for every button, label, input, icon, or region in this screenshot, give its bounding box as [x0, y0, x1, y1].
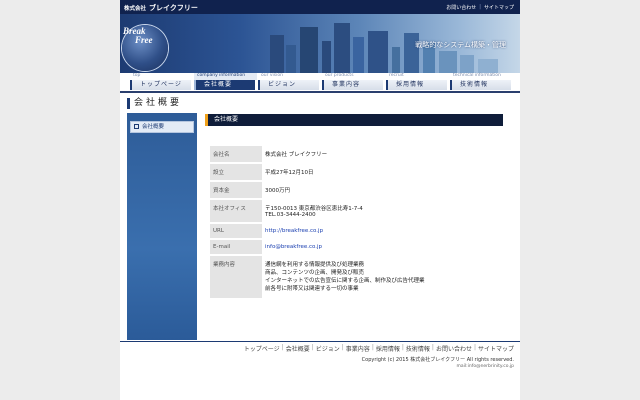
nav-en-label: company information [194, 73, 257, 80]
email-link[interactable]: info@breakfree.co.jp [265, 244, 502, 250]
nav-vision[interactable]: our vision ビジョン [258, 73, 321, 91]
row-value: 〒150-0013 東京都渋谷区恵比寿1-7-4 TEL.03-3444-240… [262, 199, 505, 224]
top-bar: 株式会社 ブレイクフリー お問い合わせ | サイトマップ [120, 0, 520, 14]
footer-link-recruit[interactable]: 採用情報 [376, 344, 400, 353]
nav-ja-label: ビジョン [258, 80, 319, 90]
main-nav: top トップページ company information 会社概要 our … [130, 73, 514, 91]
sidebar: 会社概要 [127, 113, 197, 340]
separator: | [281, 344, 284, 351]
table-row: 会社名 株式会社 ブレイクフリー [210, 146, 505, 164]
row-key: 業務内容 [210, 255, 262, 300]
footer-link-technical[interactable]: 技術情報 [406, 344, 430, 353]
nav-recruit[interactable]: recruit 採用情報 [386, 73, 449, 91]
separator: | [431, 344, 434, 351]
company-name-text: ブレイクフリー [149, 4, 198, 12]
nav-technical[interactable]: technical information 技術情報 [450, 73, 513, 91]
nav-ja-label: 採用情報 [386, 80, 447, 90]
nav-ja-label: トップページ [130, 80, 191, 90]
row-value: 株式会社 ブレイクフリー [262, 146, 505, 164]
footer-divider [120, 341, 520, 342]
value-line: 〒150-0013 東京都渋谷区恵比寿1-7-4 [265, 206, 363, 212]
row-key: 資本金 [210, 181, 262, 200]
row-value: http://breakfree.co.jp [262, 223, 505, 240]
value-line: 通信網を利用する情報提供及び処理業務 [265, 262, 365, 268]
separator: | [479, 3, 481, 10]
table-row: 設立 平成27年12月10日 [210, 163, 505, 182]
nav-en-label: our products [325, 73, 354, 78]
nav-en-label: technical information [453, 73, 501, 78]
top-links: お問い合わせ | サイトマップ [446, 4, 514, 11]
logo-line2: Free [135, 35, 153, 45]
value-line: 3000万円 [265, 188, 290, 194]
sidebar-item-label: 会社概要 [142, 124, 165, 130]
table-row: 業務内容 通信網を利用する情報提供及び処理業務 商品、コンテンツの企画、開発及び… [210, 255, 505, 300]
value-line: 平成27年12月10日 [265, 170, 314, 176]
nav-ja-label: 事業内容 [322, 80, 383, 90]
value-line: インターネットでの広告宣伝に関する企画、制作及び広告代理業 [265, 278, 425, 284]
footer-link-products[interactable]: 事業内容 [346, 344, 370, 353]
footer-mail: mail:info@nerbrinity.co.jp [456, 364, 514, 369]
table-row: 資本金 3000万円 [210, 181, 505, 200]
row-value: 3000万円 [262, 181, 505, 200]
section-heading: 会社概要 [205, 114, 503, 126]
separator: | [341, 344, 344, 351]
tagline: 戦略的なシステム構築・管理 [415, 41, 506, 49]
footer-links: トップページ | 会社概要 | ビジョン | 事業内容 | 採用情報 | 技術情報 | お問… [244, 344, 514, 353]
separator: | [473, 344, 476, 351]
separator: | [401, 344, 404, 351]
company-info-table: 会社名 株式会社 ブレイクフリー 設立 平成27年12月10日 資本金 3000… [210, 146, 505, 300]
value-line: 前各号に附帯又は関連する一切の事業 [265, 286, 359, 292]
logo-text: Break Free [123, 27, 153, 45]
nav-ja-label: 会社概要 [194, 80, 255, 90]
hero-banner: Break Free 戦略的なシステム構築・管理 [120, 14, 520, 73]
separator: | [371, 344, 374, 351]
footer-link-top[interactable]: トップページ [244, 344, 280, 353]
nav-divider [120, 91, 520, 93]
row-key: 会社名 [210, 146, 262, 164]
nav-top[interactable]: top トップページ [130, 73, 193, 91]
square-bullet-icon [134, 124, 139, 129]
url-link[interactable]: http://breakfree.co.jp [265, 228, 502, 234]
row-value: 平成27年12月10日 [262, 163, 505, 182]
footer-link-vision[interactable]: ビジョン [316, 344, 340, 353]
nav-en-label: top [133, 73, 141, 78]
nav-products[interactable]: our products 事業内容 [322, 73, 385, 91]
table-row: E-mail info@breakfree.co.jp [210, 239, 505, 256]
row-key: E-mail [210, 239, 262, 256]
company-name: 株式会社 ブレイクフリー [124, 3, 198, 13]
row-value: 通信網を利用する情報提供及び処理業務 商品、コンテンツの企画、開発及び販売 イン… [262, 255, 505, 300]
contact-link[interactable]: お問い合わせ [446, 4, 476, 11]
row-key: URL [210, 223, 262, 240]
footer-link-company[interactable]: 会社概要 [286, 344, 310, 353]
table-row: 本社オフィス 〒150-0013 東京都渋谷区恵比寿1-7-4 TEL.03-3… [210, 199, 505, 224]
table-row: URL http://breakfree.co.jp [210, 223, 505, 240]
sitemap-link[interactable]: サイトマップ [484, 4, 514, 11]
row-value: info@breakfree.co.jp [262, 239, 505, 256]
value-line: TEL.03-3444-2400 [265, 212, 316, 218]
site-container: 株式会社 ブレイクフリー お問い合わせ | サイトマップ Break Free 戦… [120, 0, 520, 400]
footer-link-sitemap[interactable]: サイトマップ [478, 344, 514, 353]
company-prefix: 株式会社 [124, 6, 147, 12]
separator: | [311, 344, 314, 351]
nav-en-label: recruit [389, 73, 404, 78]
sidebar-item-company[interactable]: 会社概要 [130, 121, 194, 133]
value-line: 商品、コンテンツの企画、開発及び販売 [265, 270, 365, 276]
copyright: Copyright (c) 2015 株式会社ブレイクフリー All right… [361, 357, 514, 363]
page-title: 会社概要 [127, 98, 182, 109]
row-key: 設立 [210, 163, 262, 182]
footer-link-contact[interactable]: お問い合わせ [436, 344, 472, 353]
value-line: 株式会社 ブレイクフリー [265, 152, 328, 158]
nav-en-label: our vision [261, 73, 283, 78]
row-key: 本社オフィス [210, 199, 262, 224]
nav-ja-label: 技術情報 [450, 80, 511, 90]
nav-company[interactable]: company information 会社概要 [194, 73, 257, 91]
